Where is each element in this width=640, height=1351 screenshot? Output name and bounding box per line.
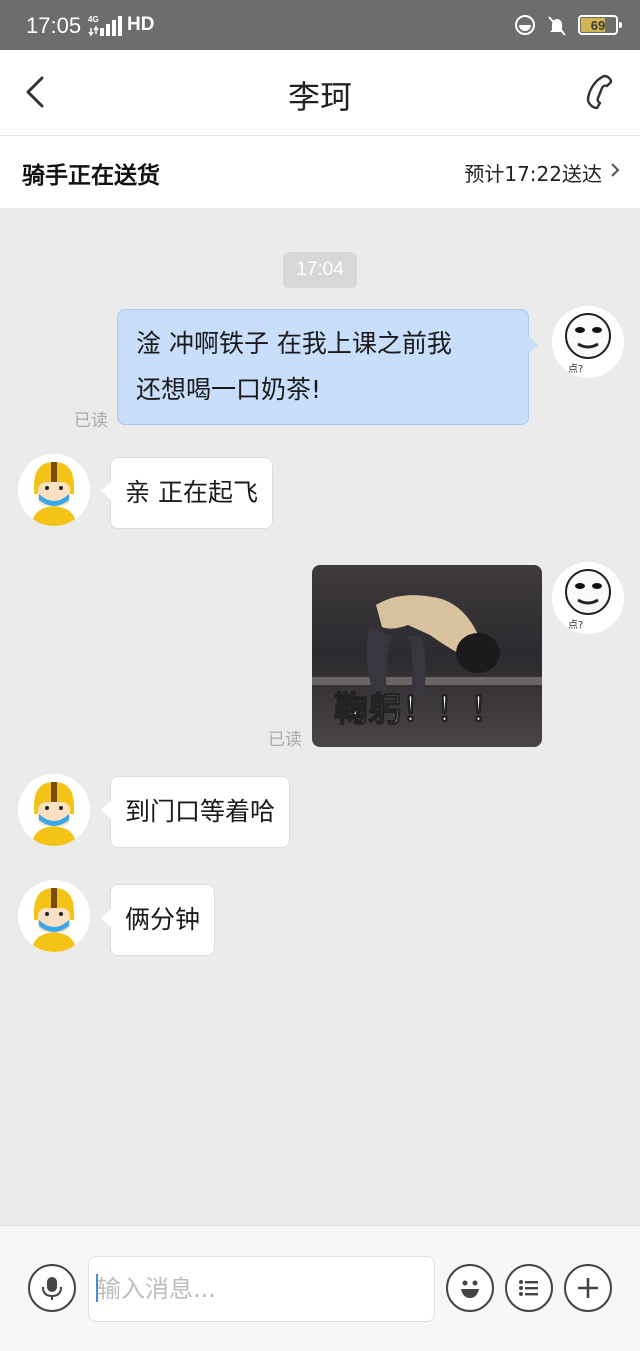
emoji-button[interactable] [446, 1264, 494, 1312]
status-bar: 17:05 4G HD 69 [0, 0, 640, 50]
my-avatar[interactable]: 点? [552, 306, 624, 378]
message-text: 亲 正在起飞 [125, 478, 258, 507]
avatar-caption: 点? [568, 619, 583, 631]
meme-face-icon: 点? [552, 306, 624, 378]
list-icon [519, 1280, 538, 1296]
page-title: 李珂 [287, 78, 352, 116]
rider-avatar-icon [18, 454, 90, 526]
message-text: 俩分钟 [125, 905, 201, 934]
mute-icon [548, 16, 566, 36]
my-message-bubble[interactable]: 淦 冲啊铁子 在我上课之前我 还想喝一口奶茶! [117, 309, 538, 425]
voice-button[interactable] [28, 1264, 76, 1312]
quick-reply-button[interactable] [505, 1264, 553, 1312]
rider-avatar-icon [18, 880, 90, 952]
network-type: 4G [88, 15, 99, 24]
read-receipt: 已读 [74, 411, 108, 431]
battery-icon: 69 [578, 15, 622, 35]
rider-message-bubble[interactable]: 到门口等着哈 [101, 776, 291, 848]
chevron-right-icon [611, 163, 620, 177]
read-receipt: 已读 [268, 730, 302, 750]
input-bar [0, 1225, 640, 1351]
delivery-eta: 预计17:22送达 [464, 162, 602, 186]
more-button[interactable] [564, 1264, 612, 1312]
message-text: 到门口等着哈 [125, 797, 276, 826]
chat-area[interactable]: 17:04 淦 冲啊铁子 在我上课之前我 还想喝一口奶茶! 已读 点? 亲 正在… [0, 208, 640, 1225]
rider-avatar-icon [18, 774, 90, 846]
sticker-caption: 鞠躬！！！ [334, 690, 504, 730]
text-caret [96, 1274, 98, 1302]
message-line: 还想喝一口奶茶! [136, 375, 322, 404]
plus-icon [578, 1278, 598, 1298]
delivery-status: 骑手正在送货 [22, 163, 160, 189]
message-input[interactable] [88, 1256, 435, 1322]
rider-avatar[interactable] [18, 880, 90, 952]
delivery-status-bar[interactable]: 骑手正在送货 预计17:22送达 [0, 136, 640, 208]
message-line: 淦 冲啊铁子 在我上课之前我 [136, 329, 452, 358]
do-not-disturb-icon [515, 15, 535, 35]
avatar-caption: 点? [568, 363, 583, 375]
rider-message-bubble[interactable]: 亲 正在起飞 [101, 457, 273, 529]
rider-avatar[interactable] [18, 774, 90, 846]
rider-message-bubble[interactable]: 俩分钟 [101, 884, 216, 956]
bowing-sticker-icon: 鞠躬！！！ [312, 565, 542, 747]
microphone-icon [42, 1277, 62, 1300]
timestamp-chip: 17:04 [283, 252, 357, 288]
battery-level: 69 [590, 17, 606, 33]
emoji-icon [461, 1280, 479, 1298]
hd-indicator: HD [127, 14, 155, 35]
sticker-image[interactable]: 鞠躬！！！ [312, 565, 542, 747]
my-avatar[interactable]: 点? [552, 562, 624, 634]
phone-icon[interactable] [578, 72, 618, 112]
meme-face-icon: 点? [552, 562, 624, 634]
signal-icon: 4G [88, 15, 122, 36]
rider-avatar[interactable] [18, 454, 90, 526]
status-time: 17:05 [26, 13, 82, 38]
chat-header: 李珂 [0, 50, 640, 136]
